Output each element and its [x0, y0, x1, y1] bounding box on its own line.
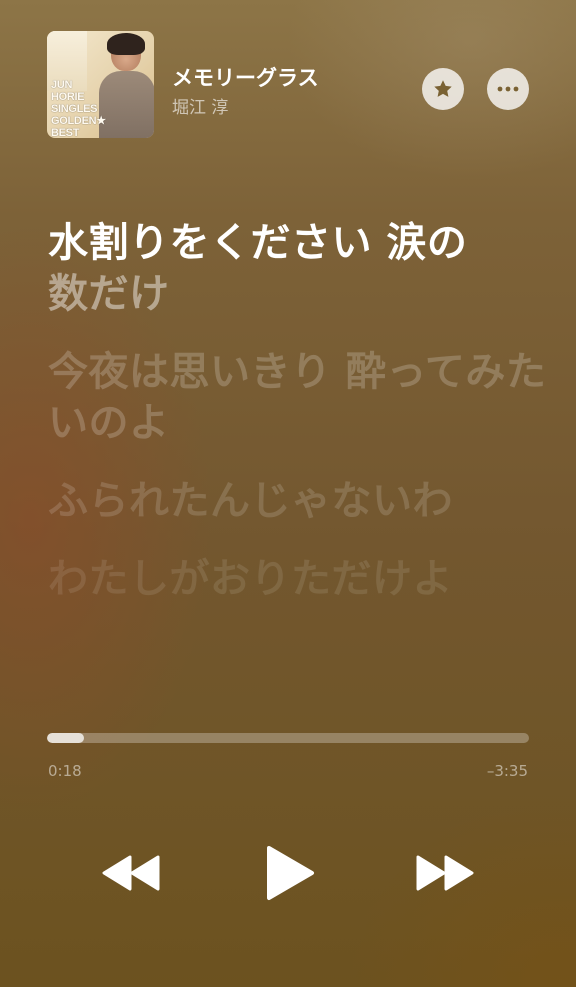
- elapsed-time: 0:18: [48, 762, 82, 780]
- previous-track-button[interactable]: [96, 848, 166, 898]
- lyric-line[interactable]: ふられたんじゃないわ: [48, 476, 548, 527]
- playback-scrubber[interactable]: [47, 733, 529, 743]
- song-title[interactable]: メモリーグラス: [172, 62, 319, 92]
- album-art[interactable]: JUN HORIE SINGLES GOLDEN★ BEST: [47, 31, 154, 138]
- play-icon: [267, 846, 314, 900]
- remaining-time: –3:35: [486, 762, 528, 780]
- lyric-active-text: 水割りをください 涙の: [48, 220, 468, 266]
- rewind-icon: [102, 855, 160, 891]
- star-icon: [434, 80, 452, 97]
- next-track-button[interactable]: [410, 848, 480, 898]
- lyric-line[interactable]: 今夜は思いきり 酔ってみたいのよ: [48, 347, 548, 449]
- favorite-button[interactable]: [422, 68, 464, 110]
- now-playing-header: JUN HORIE SINGLES GOLDEN★ BEST メモリーグラス 堀…: [0, 0, 576, 150]
- more-options-button[interactable]: [487, 68, 529, 110]
- play-button[interactable]: [255, 840, 325, 906]
- lyric-line-active[interactable]: 水割りをください 涙の 数だけ: [48, 218, 548, 320]
- lyric-line[interactable]: わたしがおりただけよ: [48, 554, 548, 605]
- album-art-title: JUN HORIE SINGLES GOLDEN★ BEST: [51, 79, 106, 138]
- artist-name[interactable]: 堀江 淳: [172, 93, 228, 118]
- fast-forward-icon: [416, 855, 474, 891]
- lyrics-panel: 水割りをください 涙の 数だけ 今夜は思いきり 酔ってみたいのよ ふられたんじゃ…: [48, 218, 548, 632]
- ellipsis-icon: [497, 86, 519, 92]
- playback-progress-fill: [47, 733, 85, 743]
- lyric-active-tail: 数だけ: [48, 271, 170, 317]
